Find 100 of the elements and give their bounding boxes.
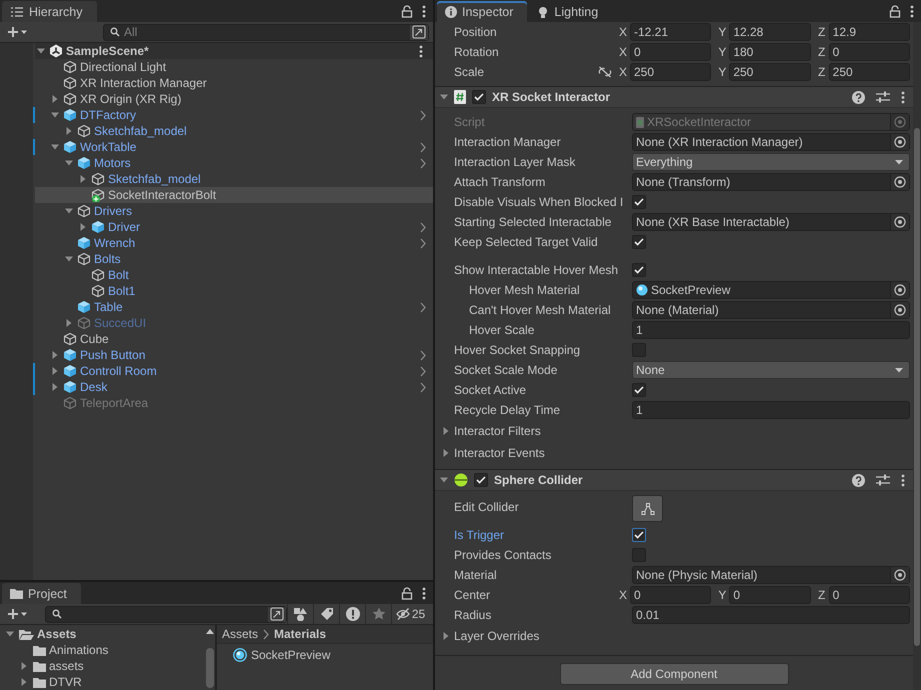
tree-item[interactable]: Wrench [35,235,433,251]
scrollbar[interactable] [913,22,921,690]
expand-arrow[interactable] [442,632,450,640]
tree-item[interactable]: Table [35,299,433,315]
expand-arrow[interactable] [6,630,14,638]
lock-icon[interactable] [401,4,413,18]
edit-collider-button[interactable] [632,495,663,522]
tree-item[interactable]: DTFactory [35,107,433,123]
object-picker-button[interactable] [894,176,906,188]
component-header[interactable]: Sphere Collider [435,469,913,491]
tree-item[interactable]: Bolt [35,267,433,283]
component-header[interactable]: XR Socket Interactor [435,86,913,108]
tree-item[interactable]: SocketInteractorBolt [35,187,433,203]
expand-arrow[interactable] [442,427,450,435]
presets-icon[interactable] [876,90,890,104]
expand-arrow[interactable] [64,255,72,263]
help-icon[interactable] [852,90,865,104]
tree-item[interactable]: Cube [35,331,433,347]
checkbox[interactable] [632,235,646,249]
dropdown[interactable]: Everything [632,153,910,171]
foldout-label[interactable]: Interactor Filters [454,424,541,438]
expand-arrow[interactable] [64,207,72,215]
object-field[interactable]: SocketPreview [632,281,910,299]
more-icon[interactable] [910,4,914,18]
expand-arrow[interactable] [78,223,86,231]
tree-item[interactable]: Motors [35,155,433,171]
presets-icon[interactable] [876,473,890,487]
expand-arrow[interactable] [50,383,58,391]
more-icon[interactable] [901,90,905,104]
asset-item[interactable]: SocketPreview [217,644,433,663]
number-field[interactable]: 0 [828,586,910,604]
number-field[interactable]: 250 [729,63,811,81]
expand-arrow[interactable] [440,476,448,484]
number-field[interactable]: 0.01 [632,606,910,624]
expand-arrow[interactable] [50,351,58,359]
tree-item[interactable]: Controll Room [35,363,433,379]
checkbox[interactable] [632,383,646,397]
scene-search-icon[interactable] [270,607,284,621]
lock-icon[interactable] [889,4,901,18]
lock-icon[interactable] [401,586,413,600]
search-field[interactable]: All [103,24,429,40]
unlink-icon[interactable] [598,66,612,78]
number-field[interactable]: 0 [729,586,811,604]
folder-item[interactable]: assets [0,658,205,674]
panel-tab[interactable]: Hierarchy [2,1,96,22]
expand-arrow[interactable] [442,449,450,457]
object-picker-button[interactable] [894,284,906,296]
tree-item[interactable]: Bolt1 [35,283,433,299]
checkbox[interactable] [474,473,488,487]
search-field[interactable] [45,606,287,622]
expand-arrow[interactable] [50,367,58,375]
expand-arrow[interactable] [78,175,86,183]
checkbox[interactable] [632,195,646,209]
object-picker-button[interactable] [894,216,906,228]
scroll-up-arrow[interactable] [206,629,214,634]
object-picker-button[interactable] [894,304,906,316]
expand-arrow[interactable] [64,127,72,135]
number-field[interactable]: 0 [630,43,712,61]
help-icon[interactable] [852,474,865,486]
number-field[interactable]: -12.21 [630,23,712,41]
expand-arrow[interactable] [20,678,28,686]
number-field[interactable]: 0 [630,586,712,604]
expand-arrow[interactable] [440,93,448,101]
breadcrumb-current[interactable]: Materials [274,627,326,641]
object-picker-button[interactable] [894,569,906,581]
expand-arrow[interactable] [50,95,58,103]
object-field[interactable]: None (XR Interaction Manager) [632,133,910,151]
expand-arrow[interactable] [64,159,72,167]
checkbox[interactable] [632,263,646,277]
tree-item[interactable]: Bolts [35,251,433,267]
foldout-label[interactable]: Interactor Events [454,446,545,460]
object-picker-button[interactable] [894,136,906,148]
panel-tab[interactable]: Project [2,583,81,604]
expand-arrow[interactable] [50,111,58,119]
dropdown[interactable]: None [632,361,910,379]
tree-item[interactable]: Drivers [35,203,433,219]
object-field[interactable]: None (Transform) [632,173,910,191]
more-icon[interactable] [419,44,423,58]
checkbox[interactable] [632,528,646,542]
folder-item[interactable]: Assets [0,626,205,642]
scene-search-icon[interactable] [412,25,426,39]
expand-arrow[interactable] [50,143,58,151]
more-icon[interactable] [422,586,426,600]
more-icon[interactable] [422,4,426,18]
tree-item[interactable]: Push Button [35,347,433,363]
tree-item[interactable]: XR Origin (XR Rig) [35,91,433,107]
tree-item[interactable]: XR Interaction Manager [35,75,433,91]
number-field[interactable]: 1 [632,321,910,339]
checkbox[interactable] [472,90,486,104]
object-field[interactable]: None (XR Base Interactable) [632,213,910,231]
number-field[interactable]: 1 [632,401,910,419]
breadcrumb-link[interactable]: Assets [222,627,258,641]
more-icon[interactable] [901,474,905,486]
number-field[interactable]: 250 [828,63,910,81]
object-field[interactable]: None (Physic Material) [632,566,910,584]
tree-item[interactable]: Directional Light [35,59,433,75]
object-field[interactable]: None (Material) [632,301,910,319]
tree-item[interactable]: WorkTable [35,139,433,155]
tree-item[interactable]: Driver [35,219,433,235]
tree-item[interactable]: Sketchfab_model [35,171,433,187]
